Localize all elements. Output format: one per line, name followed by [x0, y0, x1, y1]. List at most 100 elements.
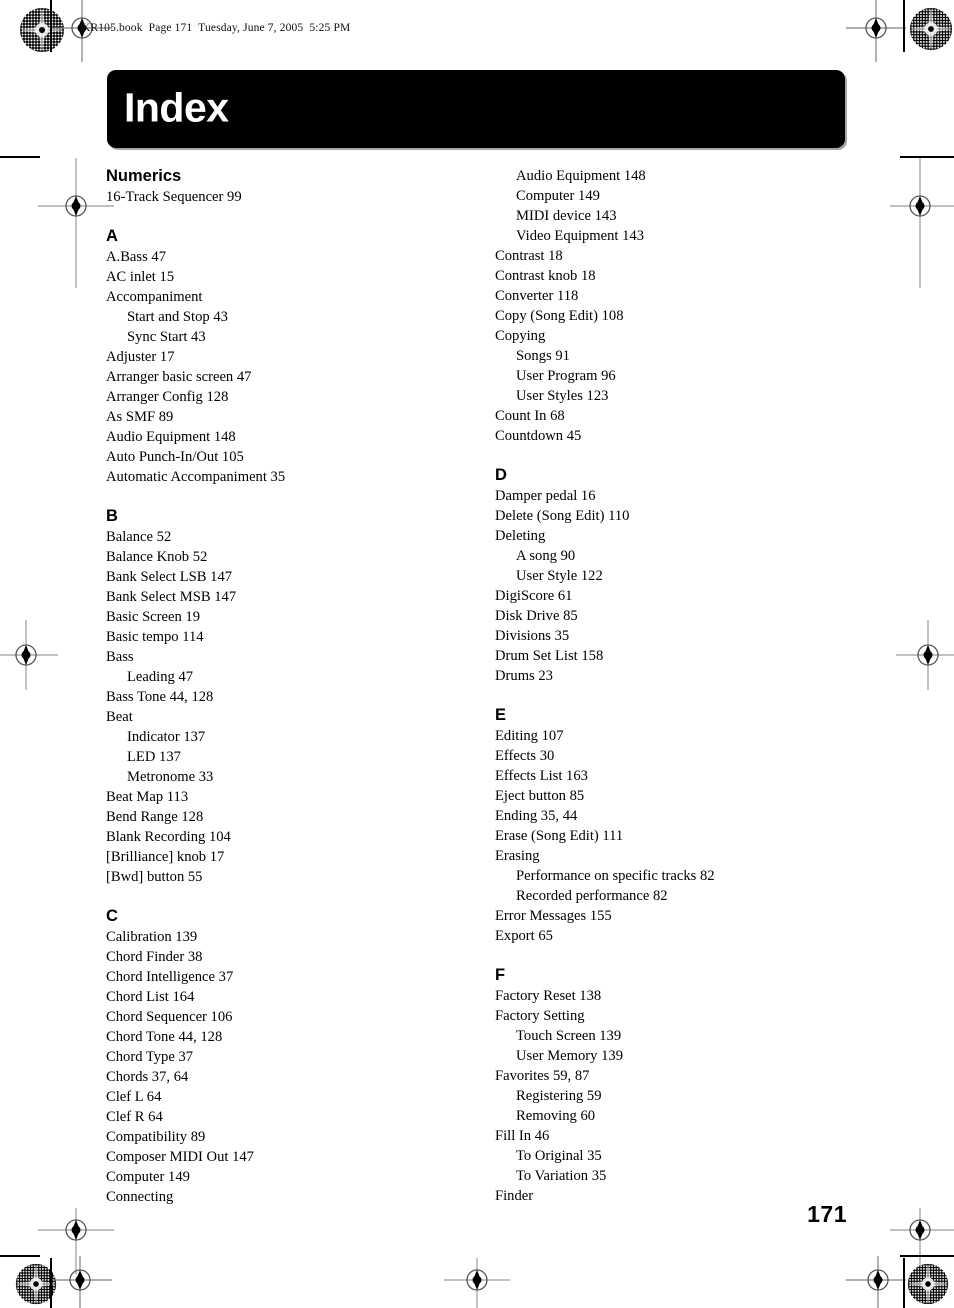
index-subentry[interactable]: Recorded performance 82	[495, 886, 835, 906]
index-subentry[interactable]: Sync Start 43	[106, 327, 446, 347]
index-entry[interactable]: Chord List 164	[106, 987, 446, 1007]
index-entry[interactable]: Audio Equipment 148	[106, 427, 446, 447]
index-entry[interactable]: Factory Setting	[495, 1006, 835, 1026]
index-entry[interactable]: Auto Punch-In/Out 105	[106, 447, 446, 467]
index-subentry[interactable]: Leading 47	[106, 667, 446, 687]
index-subentry[interactable]: Computer 149	[495, 186, 835, 206]
index-entry[interactable]: Fill In 46	[495, 1126, 835, 1146]
print-crosshair-target-bottom-left-inner	[52, 1256, 112, 1308]
index-entry[interactable]: Clef R 64	[106, 1107, 446, 1127]
index-entry[interactable]: Disk Drive 85	[495, 606, 835, 626]
index-entry[interactable]: Bank Select MSB 147	[106, 587, 446, 607]
page-title: Index	[124, 84, 229, 131]
print-crosshair-target-top-left-lower	[38, 158, 114, 288]
index-entry[interactable]: Connecting	[106, 1187, 446, 1207]
index-entry[interactable]: Balance Knob 52	[106, 547, 446, 567]
index-subentry[interactable]: To Original 35	[495, 1146, 835, 1166]
index-entry[interactable]: Arranger basic screen 47	[106, 367, 446, 387]
index-entry[interactable]: Chord Intelligence 37	[106, 967, 446, 987]
index-entry[interactable]: Copying	[495, 326, 835, 346]
index-entry[interactable]: Drums 23	[495, 666, 835, 686]
index-entry[interactable]: Chords 37, 64	[106, 1067, 446, 1087]
print-rosette-target-bottom-left	[15, 1263, 57, 1305]
index-subentry[interactable]: Indicator 137	[106, 727, 446, 747]
index-entry[interactable]: Chord Tone 44, 128	[106, 1027, 446, 1047]
index-entry[interactable]: Contrast 18	[495, 246, 835, 266]
index-entry[interactable]: Basic Screen 19	[106, 607, 446, 627]
index-entry[interactable]: [Brilliance] knob 17	[106, 847, 446, 867]
index-subentry[interactable]: User Style 122	[495, 566, 835, 586]
index-entry[interactable]: Bank Select LSB 147	[106, 567, 446, 587]
index-entry[interactable]: 16-Track Sequencer 99	[106, 187, 446, 207]
index-entry[interactable]: Compatibility 89	[106, 1127, 446, 1147]
index-entry[interactable]: Finder	[495, 1186, 835, 1206]
index-entry[interactable]: Chord Type 37	[106, 1047, 446, 1067]
index-entry[interactable]: Erase (Song Edit) 111	[495, 826, 835, 846]
index-entry[interactable]: Drum Set List 158	[495, 646, 835, 666]
crop-mark-top-left-horizontal	[0, 156, 40, 158]
index-entry[interactable]: Countdown 45	[495, 426, 835, 446]
index-subentry[interactable]: Performance on specific tracks 82	[495, 866, 835, 886]
index-entry[interactable]: Automatic Accompaniment 35	[106, 467, 446, 487]
index-entry[interactable]: Effects 30	[495, 746, 835, 766]
index-entry[interactable]: Contrast knob 18	[495, 266, 835, 286]
index-entry[interactable]: Favorites 59, 87	[495, 1066, 835, 1086]
index-entry[interactable]: Bend Range 128	[106, 807, 446, 827]
index-entry[interactable]: Calibration 139	[106, 927, 446, 947]
index-entry[interactable]: Editing 107	[495, 726, 835, 746]
crop-mark-bottom-right-vertical	[903, 1258, 905, 1308]
index-entry[interactable]: Effects List 163	[495, 766, 835, 786]
index-entry[interactable]: Deleting	[495, 526, 835, 546]
index-entry[interactable]: Clef L 64	[106, 1087, 446, 1107]
index-entry[interactable]: Bass Tone 44, 128	[106, 687, 446, 707]
index-entry[interactable]: DigiScore 61	[495, 586, 835, 606]
print-crosshair-target-top-right-lower	[890, 158, 954, 288]
index-entry[interactable]: Copy (Song Edit) 108	[495, 306, 835, 326]
index-entry[interactable]: Factory Reset 138	[495, 986, 835, 1006]
index-entry[interactable]: [Bwd] button 55	[106, 867, 446, 887]
index-entry[interactable]: As SMF 89	[106, 407, 446, 427]
index-subentry[interactable]: MIDI device 143	[495, 206, 835, 226]
index-entry[interactable]: Error Messages 155	[495, 906, 835, 926]
index-entry[interactable]: Eject button 85	[495, 786, 835, 806]
index-entry[interactable]: Chord Finder 38	[106, 947, 446, 967]
index-subentry[interactable]: User Styles 123	[495, 386, 835, 406]
index-subentry[interactable]: User Program 96	[495, 366, 835, 386]
index-subentry[interactable]: Metronome 33	[106, 767, 446, 787]
index-entry[interactable]: Converter 118	[495, 286, 835, 306]
index-entry[interactable]: Delete (Song Edit) 110	[495, 506, 835, 526]
index-subentry[interactable]: Start and Stop 43	[106, 307, 446, 327]
index-entry[interactable]: Divisions 35	[495, 626, 835, 646]
index-section-letter: B	[106, 507, 118, 525]
index-entry[interactable]: Adjuster 17	[106, 347, 446, 367]
index-entry[interactable]: Erasing	[495, 846, 835, 866]
index-entry[interactable]: Damper pedal 16	[495, 486, 835, 506]
index-subentry[interactable]: A song 90	[495, 546, 835, 566]
index-entry[interactable]: Chord Sequencer 106	[106, 1007, 446, 1027]
index-entry[interactable]: Bass	[106, 647, 446, 667]
index-entry[interactable]: Beat	[106, 707, 446, 727]
index-entry[interactable]: Count In 68	[495, 406, 835, 426]
index-subentry[interactable]: Touch Screen 139	[495, 1026, 835, 1046]
index-entry[interactable]: Accompaniment	[106, 287, 446, 307]
index-subentry[interactable]: Audio Equipment 148	[495, 166, 835, 186]
index-subentry[interactable]: User Memory 139	[495, 1046, 835, 1066]
index-subentry[interactable]: Video Equipment 143	[495, 226, 835, 246]
print-crosshair-target-right-middle	[896, 620, 954, 690]
index-entry[interactable]: Blank Recording 104	[106, 827, 446, 847]
index-subentry[interactable]: Removing 60	[495, 1106, 835, 1126]
index-entry[interactable]: Composer MIDI Out 147	[106, 1147, 446, 1167]
index-subentry[interactable]: To Variation 35	[495, 1166, 835, 1186]
index-entry[interactable]: Basic tempo 114	[106, 627, 446, 647]
index-entry[interactable]: AC inlet 15	[106, 267, 446, 287]
index-entry[interactable]: Balance 52	[106, 527, 446, 547]
index-entry[interactable]: Beat Map 113	[106, 787, 446, 807]
index-subentry[interactable]: Registering 59	[495, 1086, 835, 1106]
index-entry[interactable]: Export 65	[495, 926, 835, 946]
index-entry[interactable]: Arranger Config 128	[106, 387, 446, 407]
index-entry[interactable]: A.Bass 47	[106, 247, 446, 267]
index-entry[interactable]: Computer 149	[106, 1167, 446, 1187]
index-entry[interactable]: Ending 35, 44	[495, 806, 835, 826]
index-subentry[interactable]: Songs 91	[495, 346, 835, 366]
index-subentry[interactable]: LED 137	[106, 747, 446, 767]
